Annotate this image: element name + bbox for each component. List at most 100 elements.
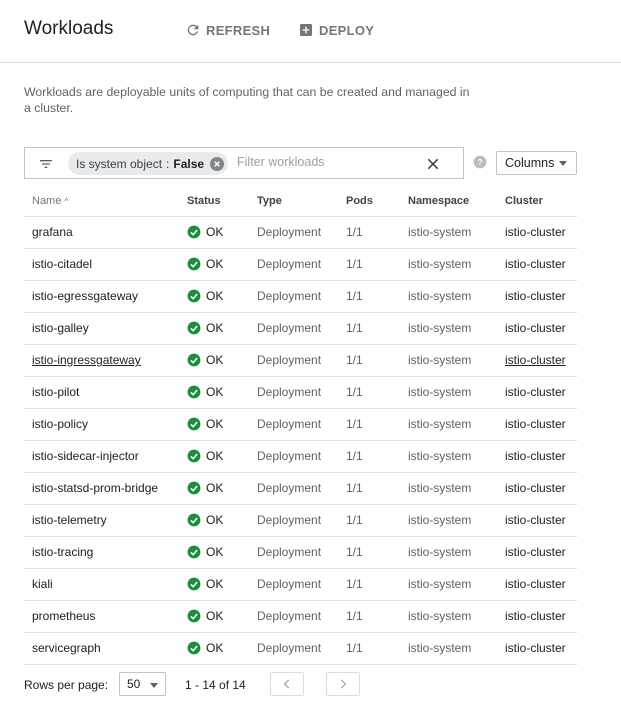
cell-name[interactable]: prometheus — [24, 600, 179, 633]
table-row[interactable]: servicegraph OK Deployment 1/1 istio-system i… — [24, 632, 577, 665]
filter-input[interactable] — [237, 155, 407, 169]
cluster-text[interactable]: istio-cluster — [505, 449, 566, 463]
cell-name[interactable]: istio-ingressgateway — [24, 344, 179, 377]
cell-cluster[interactable]: istio-cluster — [497, 280, 577, 313]
name-text[interactable]: istio-tracing — [32, 545, 93, 559]
name-text[interactable]: istio-ingressgateway — [32, 353, 141, 367]
cluster-text[interactable]: istio-cluster — [505, 257, 566, 271]
table-row[interactable]: istio-citadel OK Deployment 1/1 istio-system… — [24, 248, 577, 281]
cell-name[interactable]: servicegraph — [24, 632, 179, 665]
name-text[interactable]: istio-policy — [32, 417, 88, 431]
cell-name[interactable]: istio-sidecar-injector — [24, 440, 179, 473]
table-row[interactable]: istio-policy OK Deployment 1/1 istio-system i… — [24, 408, 577, 441]
name-text[interactable]: istio-galley — [32, 321, 89, 335]
chip-close-icon[interactable] — [210, 156, 225, 171]
cell-namespace: istio-system — [400, 600, 497, 633]
help-icon[interactable]: ? — [473, 155, 487, 169]
cluster-text[interactable]: istio-cluster — [505, 641, 566, 655]
status-text: OK — [206, 225, 224, 239]
cell-cluster[interactable]: istio-cluster — [497, 376, 577, 409]
filter-list-icon[interactable] — [38, 156, 54, 172]
table-row[interactable]: istio-telemetry OK Deployment 1/1 istio-syst… — [24, 504, 577, 537]
cell-cluster[interactable]: istio-cluster — [497, 568, 577, 601]
cell-name[interactable]: istio-pilot — [24, 376, 179, 409]
name-text[interactable]: istio-telemetry — [32, 513, 107, 527]
cluster-text[interactable]: istio-cluster — [505, 577, 566, 591]
table-row[interactable]: istio-egressgateway OK Deployment 1/1 istio-… — [24, 280, 577, 313]
clear-icon[interactable] — [425, 156, 441, 172]
cell-pods: 1/1 — [338, 312, 400, 345]
table-row[interactable]: istio-statsd-prom-bridge OK Deployment 1/1 i… — [24, 472, 577, 505]
cell-name[interactable]: istio-policy — [24, 408, 179, 441]
page-title: Workloads — [24, 18, 114, 39]
refresh-button[interactable]: REFRESH — [185, 22, 270, 38]
column-header-status[interactable]: Status — [179, 187, 249, 217]
cell-namespace: istio-system — [400, 344, 497, 377]
sort-ascending-icon[interactable]: ^ — [64, 196, 68, 206]
cluster-text[interactable]: istio-cluster — [505, 609, 566, 623]
table-row[interactable]: kiali OK Deployment 1/1 istio-system istio-cl… — [24, 568, 577, 601]
cluster-text[interactable]: istio-cluster — [505, 385, 566, 399]
cell-name[interactable]: istio-galley — [24, 312, 179, 345]
cluster-text[interactable]: istio-cluster — [505, 289, 566, 303]
column-header-name[interactable]: Name ^ — [24, 187, 179, 217]
cell-name[interactable]: kiali — [24, 568, 179, 601]
table-row[interactable]: istio-pilot OK Deployment 1/1 istio-system is… — [24, 376, 577, 409]
cell-name[interactable]: istio-citadel — [24, 248, 179, 281]
pods-text: 1/1 — [346, 513, 363, 527]
name-text[interactable]: istio-citadel — [32, 257, 92, 271]
cluster-text[interactable]: istio-cluster — [505, 353, 566, 367]
filter-bar: Is system object : False — [24, 147, 464, 179]
cell-cluster[interactable]: istio-cluster — [497, 408, 577, 441]
name-text[interactable]: kiali — [32, 577, 53, 591]
cluster-text[interactable]: istio-cluster — [505, 225, 566, 239]
status-text: OK — [206, 481, 224, 495]
cell-cluster[interactable]: istio-cluster — [497, 600, 577, 633]
cell-cluster[interactable]: istio-cluster — [497, 536, 577, 569]
table-row[interactable]: istio-ingressgateway OK Deployment 1/1 istio… — [24, 344, 577, 377]
column-header-pods[interactable]: Pods — [338, 187, 400, 217]
deploy-button[interactable]: DEPLOY — [298, 22, 374, 38]
status-text: OK — [206, 545, 224, 559]
cell-name[interactable]: grafana — [24, 216, 179, 249]
namespace-text: istio-system — [408, 513, 472, 527]
cell-cluster[interactable]: istio-cluster — [497, 504, 577, 537]
check-circle-icon — [187, 225, 201, 239]
table-row[interactable]: istio-sidecar-injector OK Deployment 1/1 ist… — [24, 440, 577, 473]
previous-page-button[interactable] — [270, 672, 304, 696]
columns-button[interactable]: Columns — [496, 151, 577, 175]
name-text[interactable]: grafana — [32, 225, 73, 239]
table-row[interactable]: grafana OK Deployment 1/1 istio-system istio-… — [24, 216, 577, 249]
name-text[interactable]: istio-pilot — [32, 385, 79, 399]
cell-name[interactable]: istio-egressgateway — [24, 280, 179, 313]
cell-cluster[interactable]: istio-cluster — [497, 632, 577, 665]
next-page-button[interactable] — [326, 672, 360, 696]
column-header-namespace[interactable]: Namespace — [400, 187, 497, 217]
table-row[interactable]: prometheus OK Deployment 1/1 istio-system ist… — [24, 600, 577, 633]
cell-cluster[interactable]: istio-cluster — [497, 440, 577, 473]
name-text[interactable]: servicegraph — [32, 641, 101, 655]
cell-cluster[interactable]: istio-cluster — [497, 248, 577, 281]
cell-cluster[interactable]: istio-cluster — [497, 216, 577, 249]
cluster-text[interactable]: istio-cluster — [505, 545, 566, 559]
name-text[interactable]: istio-statsd-prom-bridge — [32, 481, 158, 495]
cluster-text[interactable]: istio-cluster — [505, 481, 566, 495]
cell-name[interactable]: istio-tracing — [24, 536, 179, 569]
cluster-text[interactable]: istio-cluster — [505, 417, 566, 431]
name-text[interactable]: prometheus — [32, 609, 95, 623]
cell-cluster[interactable]: istio-cluster — [497, 472, 577, 505]
column-header-cluster[interactable]: Cluster — [497, 187, 577, 217]
cell-name[interactable]: istio-telemetry — [24, 504, 179, 537]
cell-cluster[interactable]: istio-cluster — [497, 344, 577, 377]
cluster-text[interactable]: istio-cluster — [505, 321, 566, 335]
filter-chip[interactable]: Is system object : False — [68, 152, 229, 175]
cell-name[interactable]: istio-statsd-prom-bridge — [24, 472, 179, 505]
name-text[interactable]: istio-sidecar-injector — [32, 449, 139, 463]
column-header-type[interactable]: Type — [249, 187, 338, 217]
table-row[interactable]: istio-galley OK Deployment 1/1 istio-system i… — [24, 312, 577, 345]
rows-per-page-select[interactable]: 50 — [119, 672, 166, 696]
table-row[interactable]: istio-tracing OK Deployment 1/1 istio-system… — [24, 536, 577, 569]
cell-cluster[interactable]: istio-cluster — [497, 312, 577, 345]
name-text[interactable]: istio-egressgateway — [32, 289, 138, 303]
cluster-text[interactable]: istio-cluster — [505, 513, 566, 527]
